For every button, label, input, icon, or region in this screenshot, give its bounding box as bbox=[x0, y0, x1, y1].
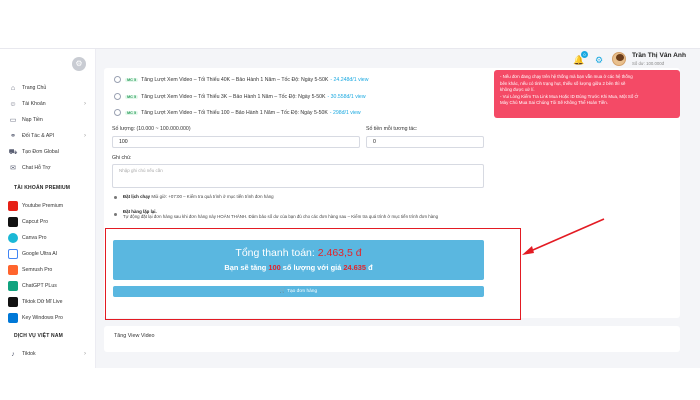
sidebar-item-google-ultra[interactable]: Google Ultra AI bbox=[8, 247, 88, 261]
quantity-input[interactable]: 100 bbox=[112, 136, 360, 148]
chat-icon: ✉ bbox=[10, 165, 16, 172]
sidebar-item-label: Capcut Pro bbox=[22, 219, 48, 225]
sidebar-item-semrush[interactable]: Semrush Pro bbox=[8, 263, 88, 277]
alert-notice: - Nếu đơn đang chạy trên hệ thống mà bạn… bbox=[494, 70, 680, 118]
sidebar-item-tiktok[interactable]: ♪ Tiktok › bbox=[8, 347, 88, 361]
bullet-icon bbox=[114, 196, 117, 199]
sidebar-item-label: Tiktok Dữ Mĩ Live bbox=[22, 299, 63, 305]
schedule-text: Mùi giờ: +07:00 – Kiểm tra quá trình ở m… bbox=[151, 194, 274, 199]
logo-icon[interactable]: ⚙ bbox=[72, 57, 86, 71]
notice-line: - Vui Lòng Kiểm Tra Link Mua Hoặc ID Đún… bbox=[500, 93, 639, 99]
chevron-right-icon: › bbox=[84, 101, 86, 107]
home-icon: ⌂ bbox=[10, 84, 16, 92]
notice-line: bên khác, nếu có tình trạng hụt, thiếu s… bbox=[500, 80, 626, 86]
canva-icon bbox=[8, 233, 18, 243]
radio-button[interactable] bbox=[114, 93, 121, 100]
tiktok-icon bbox=[8, 297, 18, 307]
service-price: - 24.248đ/1 view bbox=[330, 76, 369, 83]
repeat-title: Đặt hàng lặp lại. bbox=[123, 209, 157, 214]
sidebar-item-account[interactable]: ☺ Tài Khoản › bbox=[8, 97, 88, 111]
user-icon: ☺ bbox=[9, 100, 17, 108]
settings-icon[interactable]: ⚙ bbox=[595, 55, 603, 66]
schedule-title: Đặt lịch chạy bbox=[123, 194, 151, 199]
sidebar-item-windows-key[interactable]: Key Windows Pro bbox=[8, 311, 88, 325]
service-option[interactable]: MC 5 Tăng Lượt Xem Video – Tối Thiểu 40K… bbox=[114, 76, 368, 83]
sidebar-item-label: Đối Tác & API bbox=[22, 133, 55, 139]
annotation-arrow-icon bbox=[522, 218, 605, 255]
sidebar-item-api[interactable]: ⚭ Đối Tác & API › bbox=[8, 129, 88, 143]
service-price: - 298đ/1 view bbox=[329, 109, 361, 116]
user-balance: Số dư: 100.000đ bbox=[632, 61, 665, 66]
section-title-premium: TÀI KHOẢN PREMIUM bbox=[14, 185, 71, 191]
sidebar-item-chatgpt[interactable]: ChatGPT PLus bbox=[8, 279, 88, 293]
notice-line: Mày Chủ Mua Sai Chúng Tôi Sẽ Không Thể H… bbox=[500, 100, 608, 106]
link-icon: ⚭ bbox=[10, 133, 16, 140]
repeat-option[interactable]: Đặt hàng lặp lại. Tự động đặt lại đơn hà… bbox=[123, 209, 485, 220]
sidebar-item-label: Google Ultra AI bbox=[22, 251, 58, 257]
section-title-vn: DỊCH VỤ VIỆT NAM bbox=[14, 333, 64, 339]
note-field[interactable]: Nhập ghi chú nếu cần bbox=[112, 164, 484, 188]
notice-line: không được xử lí. bbox=[500, 87, 535, 93]
sidebar-item-label: Tiktok bbox=[22, 351, 36, 357]
min-interaction-label: Số tiền mỗi tương tác: bbox=[366, 126, 418, 132]
highlight-box bbox=[105, 228, 521, 320]
sidebar: ⚙ ⌂ Trang Chủ ☺ Tài Khoản › ▭ Nạp Tiền ⚭… bbox=[0, 49, 96, 369]
sidebar-item-label: Chat Hỗ Trợ bbox=[22, 165, 51, 171]
service-price: - 30.558đ/1 view bbox=[327, 93, 366, 100]
radio-button[interactable] bbox=[114, 76, 121, 83]
service-name: Tăng Lượt Xem Video – Tối Thiểu 100 – Bả… bbox=[141, 109, 328, 116]
sidebar-item-label: Canva Pro bbox=[22, 235, 47, 241]
sidebar-item-canva[interactable]: Canva Pro bbox=[8, 231, 88, 245]
next-service-card[interactable]: Tăng View Video bbox=[104, 326, 680, 352]
capcut-icon bbox=[8, 217, 18, 227]
service-tag: MC 5 bbox=[125, 94, 139, 99]
cart-icon: ⛟ bbox=[8, 148, 18, 156]
sidebar-item-label: Trang Chủ bbox=[22, 85, 47, 91]
top-band bbox=[0, 0, 700, 48]
repeat-text: Tự động đặt lại đơn hàng sau khi đơn hàn… bbox=[123, 214, 439, 220]
sidebar-item-topup[interactable]: ▭ Nạp Tiền bbox=[8, 113, 88, 127]
service-tag: MC 5 bbox=[125, 110, 139, 115]
sidebar-item-label: Key Windows Pro bbox=[22, 315, 63, 321]
bottom-band bbox=[0, 368, 700, 400]
youtube-icon bbox=[8, 201, 18, 211]
service-tag: MC 5 bbox=[125, 77, 139, 82]
min-interaction-input[interactable]: 0 bbox=[366, 136, 484, 148]
google-icon bbox=[8, 249, 18, 259]
sidebar-item-home[interactable]: ⌂ Trang Chủ bbox=[8, 81, 88, 95]
next-card-title: Tăng View Video bbox=[114, 333, 155, 339]
sidebar-item-label: Tạo Đơn Global bbox=[22, 149, 59, 155]
notification-badge: 0 bbox=[581, 51, 588, 58]
sidebar-item-label: Nạp Tiền bbox=[22, 117, 43, 123]
sidebar-item-youtube-premium[interactable]: Youtube Premium bbox=[8, 199, 88, 213]
windows-icon bbox=[8, 313, 18, 323]
service-option[interactable]: MC 5 Tăng Lượt Xem Video – Tối Thiểu 100… bbox=[114, 109, 361, 116]
quantity-label: Số lượng: (10.000 ~ 100.000.000) bbox=[112, 126, 191, 132]
notice-line: - Nếu đơn đang chạy trên hệ thống mà bạn… bbox=[500, 74, 633, 79]
sidebar-item-global-order[interactable]: ⛟ Tạo Đơn Global bbox=[8, 145, 88, 159]
radio-button[interactable] bbox=[114, 109, 121, 116]
service-name: Tăng Lượt Xem Video – Tối Thiểu 3K – Bảo… bbox=[141, 93, 326, 100]
chevron-right-icon: › bbox=[84, 351, 86, 357]
sidebar-item-tiktok-live[interactable]: Tiktok Dữ Mĩ Live bbox=[8, 295, 88, 309]
note-label: Ghi chú: bbox=[112, 155, 132, 161]
avatar[interactable] bbox=[612, 52, 626, 66]
user-name[interactable]: Trần Thị Vân Anh bbox=[632, 52, 686, 59]
sidebar-item-capcut[interactable]: Capcut Pro bbox=[8, 215, 88, 229]
wallet-icon: ▭ bbox=[9, 117, 17, 124]
screenshot-frame: ⚙ ⌂ Trang Chủ ☺ Tài Khoản › ▭ Nạp Tiền ⚭… bbox=[0, 0, 700, 400]
service-name: Tăng Lượt Xem Video – Tối Thiểu 40K – Bả… bbox=[141, 76, 329, 83]
tiktok-icon: ♪ bbox=[11, 350, 15, 358]
sidebar-item-label: Semrush Pro bbox=[22, 267, 53, 273]
sidebar-item-label: ChatGPT PLus bbox=[22, 283, 57, 289]
schedule-option[interactable]: Đặt lịch chạy Mùi giờ: +07:00 – Kiểm tra… bbox=[123, 194, 483, 199]
sidebar-item-label: Youtube Premium bbox=[22, 203, 64, 209]
bullet-icon bbox=[114, 213, 117, 216]
chatgpt-icon bbox=[8, 281, 18, 291]
sidebar-item-label: Tài Khoản bbox=[22, 101, 46, 107]
sidebar-item-chat[interactable]: ✉ Chat Hỗ Trợ bbox=[8, 161, 88, 175]
service-option[interactable]: MC 5 Tăng Lượt Xem Video – Tối Thiểu 3K … bbox=[114, 93, 366, 100]
semrush-icon bbox=[8, 265, 18, 275]
chevron-right-icon: › bbox=[84, 133, 86, 139]
